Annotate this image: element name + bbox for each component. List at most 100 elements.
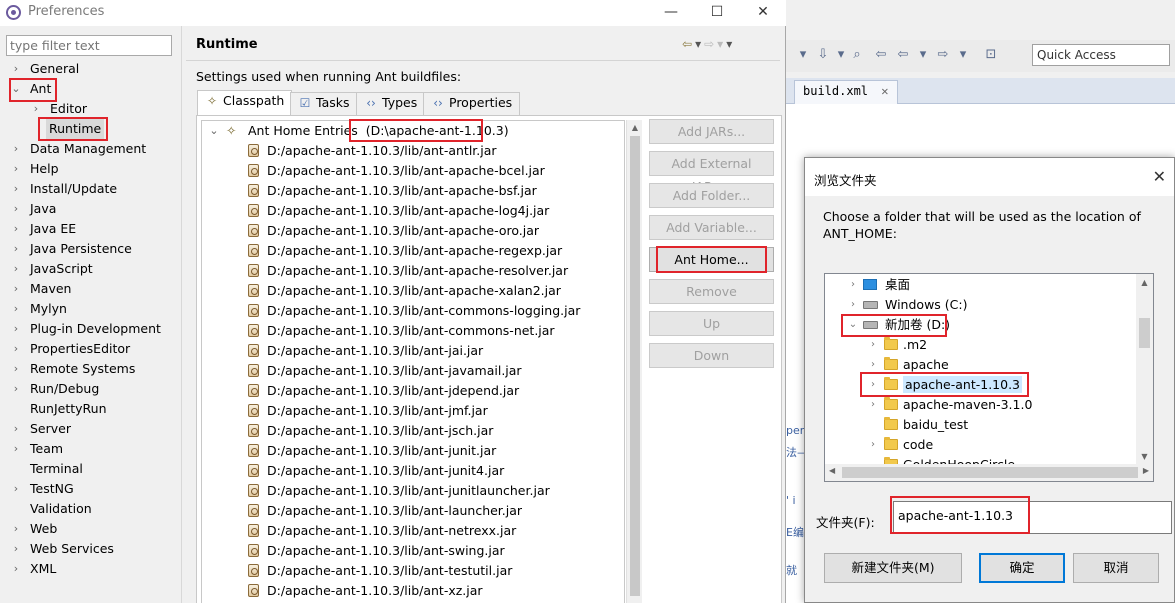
- chevron-down-icon[interactable]: ⌄: [10, 79, 22, 99]
- quick-access-input[interactable]: Quick Access: [1032, 44, 1170, 66]
- nav-item-maven[interactable]: › Maven: [10, 279, 72, 299]
- toolbar-chevron-down-icon[interactable]: ▾: [914, 46, 932, 64]
- folder-item-m2[interactable]: › .m2: [867, 335, 927, 355]
- chevron-right-icon[interactable]: ›: [10, 539, 22, 559]
- chevron-right-icon[interactable]: ›: [10, 439, 22, 459]
- folder-item-baidu-test[interactable]: baidu_test: [867, 415, 968, 435]
- nav-item-remote-systems[interactable]: › Remote Systems: [10, 359, 136, 379]
- toolbar-back-icon[interactable]: ⇦: [894, 46, 912, 64]
- chevron-right-icon[interactable]: ›: [10, 219, 22, 239]
- chevron-right-icon[interactable]: ›: [10, 559, 22, 579]
- nav-item-javascript[interactable]: › JavaScript: [10, 259, 93, 279]
- chevron-down-icon[interactable]: ▾: [717, 37, 726, 51]
- down-button[interactable]: Down: [649, 343, 774, 368]
- nav-item-java[interactable]: › Java: [10, 199, 57, 219]
- chevron-right-icon[interactable]: ›: [10, 299, 22, 319]
- close-icon[interactable]: ✕: [1153, 167, 1166, 186]
- nav-item-run-debug[interactable]: › Run/Debug: [10, 379, 100, 399]
- scroll-up-icon[interactable]: ▲: [627, 121, 643, 135]
- chevron-right-icon[interactable]: ›: [10, 199, 22, 219]
- close-button[interactable]: ✕: [740, 1, 786, 25]
- chevron-right-icon[interactable]: ›: [867, 395, 879, 415]
- scrollbar-thumb[interactable]: [1139, 318, 1150, 348]
- jar-entry[interactable]: D:/apache-ant-1.10.3/lib/ant-jai.jar: [248, 341, 483, 361]
- chevron-right-icon[interactable]: ›: [847, 275, 859, 295]
- nav-item-java-persistence[interactable]: › Java Persistence: [10, 239, 132, 259]
- tab-properties[interactable]: ‹› Properties: [423, 92, 521, 115]
- tab-classpath[interactable]: ✧ Classpath: [197, 90, 293, 116]
- chevron-right-icon[interactable]: ›: [867, 355, 879, 375]
- add-folder-button[interactable]: Add Folder...: [649, 183, 774, 208]
- scroll-down-icon[interactable]: ▼: [1136, 450, 1153, 464]
- toolbar-forward-icon[interactable]: ⇨: [934, 46, 952, 64]
- tab-tasks[interactable]: ☑ Tasks: [290, 92, 358, 115]
- nav-item-runtime[interactable]: Runtime: [46, 119, 105, 139]
- forward-icon[interactable]: ⇨: [704, 37, 717, 51]
- folder-tree-horizontal-scrollbar[interactable]: ◀ ▶: [825, 464, 1153, 481]
- nav-item-xml[interactable]: › XML: [10, 559, 57, 579]
- classpath-scrollbar[interactable]: ▲: [626, 120, 642, 603]
- classpath-tree[interactable]: ⌄ ✧ Ant Home Entries (D:\apache-ant-1.10…: [201, 120, 625, 603]
- nav-item-ant[interactable]: ⌄ Ant: [10, 79, 51, 99]
- toolbar-arrow-icon[interactable]: ▾: [794, 46, 812, 64]
- jar-entry[interactable]: D:/apache-ant-1.10.3/lib/ant-apache-oro.…: [248, 221, 539, 241]
- nav-item-testng[interactable]: › TestNG: [10, 479, 74, 499]
- jar-entry[interactable]: D:/apache-ant-1.10.3/lib/ant-junit4.jar: [248, 461, 504, 481]
- jar-entry[interactable]: D:/apache-ant-1.10.3/lib/ant-apache-rege…: [248, 241, 562, 261]
- chevron-right-icon[interactable]: ›: [10, 139, 22, 159]
- filter-input[interactable]: [6, 35, 172, 56]
- jar-entry[interactable]: D:/apache-ant-1.10.3/lib/ant-junitlaunch…: [248, 481, 550, 501]
- chevron-right-icon[interactable]: ›: [10, 319, 22, 339]
- nav-item-editor[interactable]: › Editor: [30, 99, 87, 119]
- jar-entry[interactable]: D:/apache-ant-1.10.3/lib/ant-apache-bcel…: [248, 161, 545, 181]
- folder-item-desktop[interactable]: › 桌面: [847, 275, 910, 295]
- chevron-right-icon[interactable]: ›: [867, 435, 879, 455]
- scrollbar-thumb[interactable]: [842, 467, 1138, 478]
- nav-item-terminal[interactable]: Terminal: [10, 459, 83, 479]
- nav-item-install-update[interactable]: › Install/Update: [10, 179, 117, 199]
- minimize-button[interactable]: —: [648, 1, 694, 25]
- jar-entry[interactable]: D:/apache-ant-1.10.3/lib/ant-apache-bsf.…: [248, 181, 537, 201]
- nav-item-web-services[interactable]: › Web Services: [10, 539, 114, 559]
- folder-item-drive-d[interactable]: ⌄ 新加卷 (D:): [847, 315, 950, 335]
- scrollbar-thumb[interactable]: [630, 136, 640, 596]
- nav-item-java-ee[interactable]: › Java EE: [10, 219, 76, 239]
- jar-entry[interactable]: D:/apache-ant-1.10.3/lib/ant-javamail.ja…: [248, 361, 522, 381]
- close-icon[interactable]: ✕: [881, 84, 888, 98]
- folder-item-apache-ant[interactable]: › apache-ant-1.10.3: [867, 375, 1023, 395]
- back-icon[interactable]: ⇦: [682, 37, 695, 51]
- pane-divider[interactable]: [181, 26, 182, 603]
- nav-item-runjettyrun[interactable]: RunJettyRun: [10, 399, 107, 419]
- chevron-down-icon[interactable]: ⌄: [208, 121, 220, 141]
- jar-entry[interactable]: D:/apache-ant-1.10.3/lib/ant-apache-xala…: [248, 281, 561, 301]
- jar-entry[interactable]: D:/apache-ant-1.10.3/lib/ant-junit.jar: [248, 441, 496, 461]
- chevron-right-icon[interactable]: ›: [10, 159, 22, 179]
- toolbar-back-history-icon[interactable]: ⇦: [872, 46, 890, 64]
- jar-entry[interactable]: D:/apache-ant-1.10.3/lib/ant-apache-reso…: [248, 261, 568, 281]
- nav-item-web[interactable]: › Web: [10, 519, 57, 539]
- chevron-right-icon[interactable]: ›: [867, 335, 879, 355]
- tab-types[interactable]: ‹› Types: [356, 92, 426, 115]
- nav-item-help[interactable]: › Help: [10, 159, 59, 179]
- chevron-right-icon[interactable]: ›: [867, 375, 879, 395]
- chevron-right-icon[interactable]: ›: [10, 239, 22, 259]
- folder-item-apache[interactable]: › apache: [867, 355, 949, 375]
- folder-item-windows-c[interactable]: › Windows (C:): [847, 295, 967, 315]
- chevron-right-icon[interactable]: ›: [10, 419, 22, 439]
- jar-entry[interactable]: D:/apache-ant-1.10.3/lib/ant-antlr.jar: [248, 141, 497, 161]
- chevron-right-icon[interactable]: ›: [10, 339, 22, 359]
- cancel-button[interactable]: 取消: [1073, 553, 1159, 583]
- folder-item-code[interactable]: › code: [867, 435, 933, 455]
- chevron-right-icon[interactable]: ›: [30, 99, 42, 119]
- chevron-right-icon[interactable]: ›: [10, 259, 22, 279]
- chevron-down-icon[interactable]: ▾: [695, 37, 704, 51]
- jar-entry[interactable]: D:/apache-ant-1.10.3/lib/ant-testutil.ja…: [248, 561, 512, 581]
- toolbar-chevron-down-icon[interactable]: ▾: [954, 46, 972, 64]
- folder-input[interactable]: apache-ant-1.10.3: [893, 501, 1172, 534]
- chevron-right-icon[interactable]: ›: [10, 379, 22, 399]
- folder-item-apache-maven[interactable]: › apache-maven-3.1.0: [867, 395, 1032, 415]
- view-menu-icon[interactable]: ▾: [726, 37, 735, 51]
- chevron-down-icon[interactable]: ⌄: [847, 315, 859, 335]
- jar-entry[interactable]: D:/apache-ant-1.10.3/lib/ant-apache-log4…: [248, 201, 549, 221]
- add-jars-button[interactable]: Add JARs...: [649, 119, 774, 144]
